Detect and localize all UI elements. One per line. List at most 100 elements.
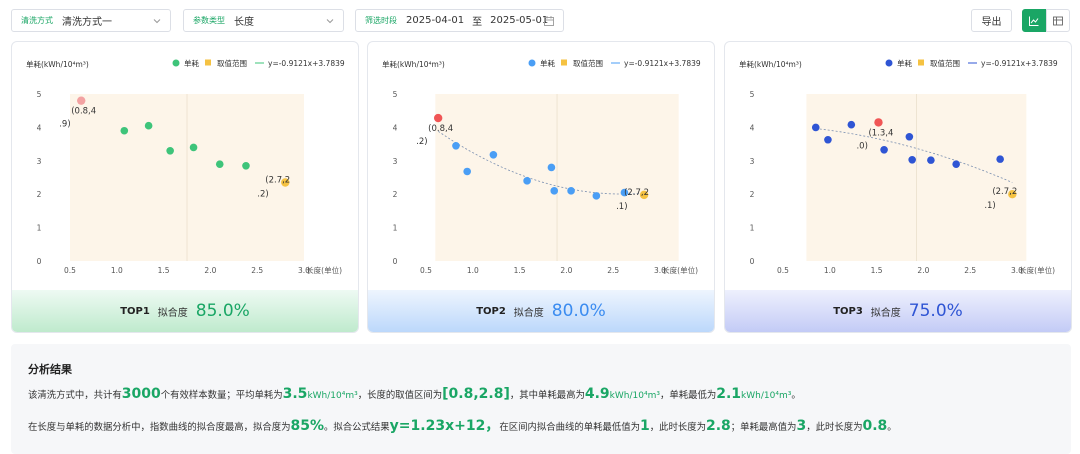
data-point — [880, 145, 888, 154]
fit-percent: 85% — [290, 418, 325, 434]
data-point — [927, 156, 935, 164]
export-button[interactable]: 导出 — [971, 9, 1012, 32]
text: 在长度与单耗的数据分析中，指数曲线的拟合度最高，拟合度为 — [28, 422, 291, 433]
data-point — [463, 167, 471, 176]
legend-label: 单耗 — [184, 58, 199, 68]
text: 。 — [791, 390, 801, 401]
x-axis-label: 长度(单位) — [662, 265, 698, 275]
legend-label: y=-0.9121x+3.7839 — [624, 59, 701, 68]
data-point — [847, 120, 856, 129]
y-tick-label: 4 — [750, 123, 755, 132]
min-point-label: (2.7,2 — [624, 188, 649, 198]
min-point-label: .1) — [984, 201, 995, 211]
data-point — [952, 160, 960, 168]
chevron-down-icon — [326, 19, 334, 24]
data-point — [144, 121, 153, 130]
legend-label: y=-0.9121x+3.7839 — [268, 59, 345, 68]
x-tick-label: 1.0 — [111, 266, 123, 275]
rank-label: TOP3 — [833, 305, 863, 317]
date-range-picker[interactable]: 筛选时段 2025-04-01 至 2025-05-01 — [355, 9, 564, 32]
data-point — [120, 126, 129, 135]
chart-card-top1: 单耗(kWh/10⁴m³) 单耗 取值范围 y=-0.9121x+3.7839 0 1 2 3… — [11, 41, 359, 333]
max-consumption: 4.9 — [584, 386, 610, 402]
rank-label: TOP2 — [476, 305, 506, 317]
x-tick-label: 2.0 — [560, 266, 572, 275]
data-point — [189, 143, 198, 152]
analysis-line-2: 在长度与单耗的数据分析中，指数曲线的拟合度最高，拟合度为85%。拟合公式结果y=… — [28, 415, 897, 435]
x-tick-label: 1.5 — [871, 266, 883, 275]
y-tick-label: 2 — [37, 190, 42, 199]
data-point — [824, 135, 832, 144]
param-select-value: 长度 — [234, 17, 254, 28]
chart-view-toggle[interactable] — [1022, 9, 1046, 32]
date-start[interactable]: 2025-04-01 — [406, 15, 464, 26]
data-point — [811, 123, 820, 132]
method-select[interactable]: 清洗方式 清洗方式一 — [11, 9, 171, 32]
max-point — [433, 113, 443, 123]
y-tick-label: 0 — [750, 257, 755, 266]
y-axis-label: 单耗(kWh/10⁴m³) — [26, 59, 89, 69]
text: 。 — [887, 422, 897, 433]
method-select-value: 清洗方式一 — [62, 17, 112, 28]
card-footer-top3: TOP3 拟合度 75.0% — [725, 290, 1071, 332]
min-point-label: .2) — [257, 190, 268, 200]
x-tick-label: 1.0 — [467, 266, 479, 275]
y-tick-label: 3 — [393, 157, 398, 166]
max-point-label: (1.3,4 — [868, 128, 893, 138]
x-tick-label: 2.5 — [251, 266, 263, 275]
y-tick-label: 2 — [750, 190, 755, 199]
max-point-label: .0) — [856, 141, 867, 151]
method-select-label: 清洗方式 — [21, 16, 53, 25]
text: 在区间内拟合曲线的单耗最低值为 — [499, 422, 640, 433]
legend-label: 单耗 — [897, 58, 912, 68]
min-consumption: 2.1 — [716, 386, 742, 402]
param-select[interactable]: 参数类型 长度 — [183, 9, 344, 32]
y-tick-label: 0 — [37, 257, 42, 266]
data-point — [166, 146, 174, 155]
y-tick-label: 5 — [750, 90, 755, 99]
fit-label: 拟合度 — [513, 307, 544, 319]
x-tick-label: 1.5 — [514, 266, 526, 275]
y-tick-label: 5 — [37, 90, 42, 99]
scatter-chart-top1: 单耗(kWh/10⁴m³) 单耗 取值范围 y=-0.9121x+3.7839 0 1 2 3… — [26, 58, 345, 275]
min-length: 2.8 — [705, 418, 731, 434]
param-select-label: 参数类型 — [193, 16, 225, 25]
y-tick-label: 3 — [750, 157, 755, 166]
x-tick-label: 1.0 — [824, 266, 836, 275]
x-tick-label: 2.0 — [917, 266, 929, 275]
y-tick-label: 4 — [393, 123, 398, 132]
fit-label: 拟合度 — [870, 307, 901, 319]
data-point — [215, 160, 224, 168]
max-point-label: (0.8,4 — [71, 107, 96, 117]
y-tick-label: 4 — [37, 123, 42, 132]
y-tick-label: 2 — [393, 190, 398, 199]
table-view-toggle[interactable] — [1046, 9, 1070, 32]
max-point — [77, 96, 86, 105]
legend-label: y=-0.9121x+3.7839 — [981, 59, 1058, 68]
legend-label: 单耗 — [540, 58, 555, 68]
legend-marker-point — [172, 59, 180, 67]
analysis-line-1: 该清洗方式中，共计有3000个有效样本数量；平均单耗为3.5kWh/10⁴m³，… — [28, 386, 801, 402]
y-axis-label: 单耗(kWh/10⁴m³) — [739, 59, 802, 69]
x-tick-label: 0.5 — [64, 266, 76, 275]
legend-marker-range — [561, 59, 567, 66]
data-point — [905, 132, 914, 141]
legend-marker-point — [885, 59, 893, 67]
text: ，此时长度为 — [649, 422, 706, 433]
data-point — [550, 187, 559, 195]
fit-formula: y=1.23x+12， — [389, 418, 500, 434]
y-tick-label: 0 — [393, 257, 398, 266]
x-tick-label: 2.0 — [204, 266, 216, 275]
data-point — [908, 155, 916, 164]
legend-label: 取值范围 — [930, 58, 960, 68]
date-end[interactable]: 2025-05-01 — [490, 15, 548, 26]
card-footer-top2: TOP2 拟合度 80.0% — [368, 290, 714, 332]
analysis-panel: 分析结果 该清洗方式中，共计有3000个有效样本数量；平均单耗为3.5kWh/1… — [11, 344, 1071, 454]
y-tick-label: 1 — [750, 224, 755, 233]
data-point — [996, 155, 1004, 163]
card-footer-top1: TOP1 拟合度 85.0% — [12, 290, 358, 332]
chart-card-top3: 单耗(kWh/10⁴m³) 单耗 取值范围 y=-0.9121x+3.7839 0 1 2 3… — [724, 41, 1072, 333]
fit-max-value: 3 — [796, 418, 807, 434]
fit-value: 85.0% — [195, 301, 250, 321]
chart-card-top2: 单耗(kWh/10⁴m³) 单耗 取值范围 y=-0.9121x+3.7839 0 1 2 3… — [367, 41, 715, 333]
